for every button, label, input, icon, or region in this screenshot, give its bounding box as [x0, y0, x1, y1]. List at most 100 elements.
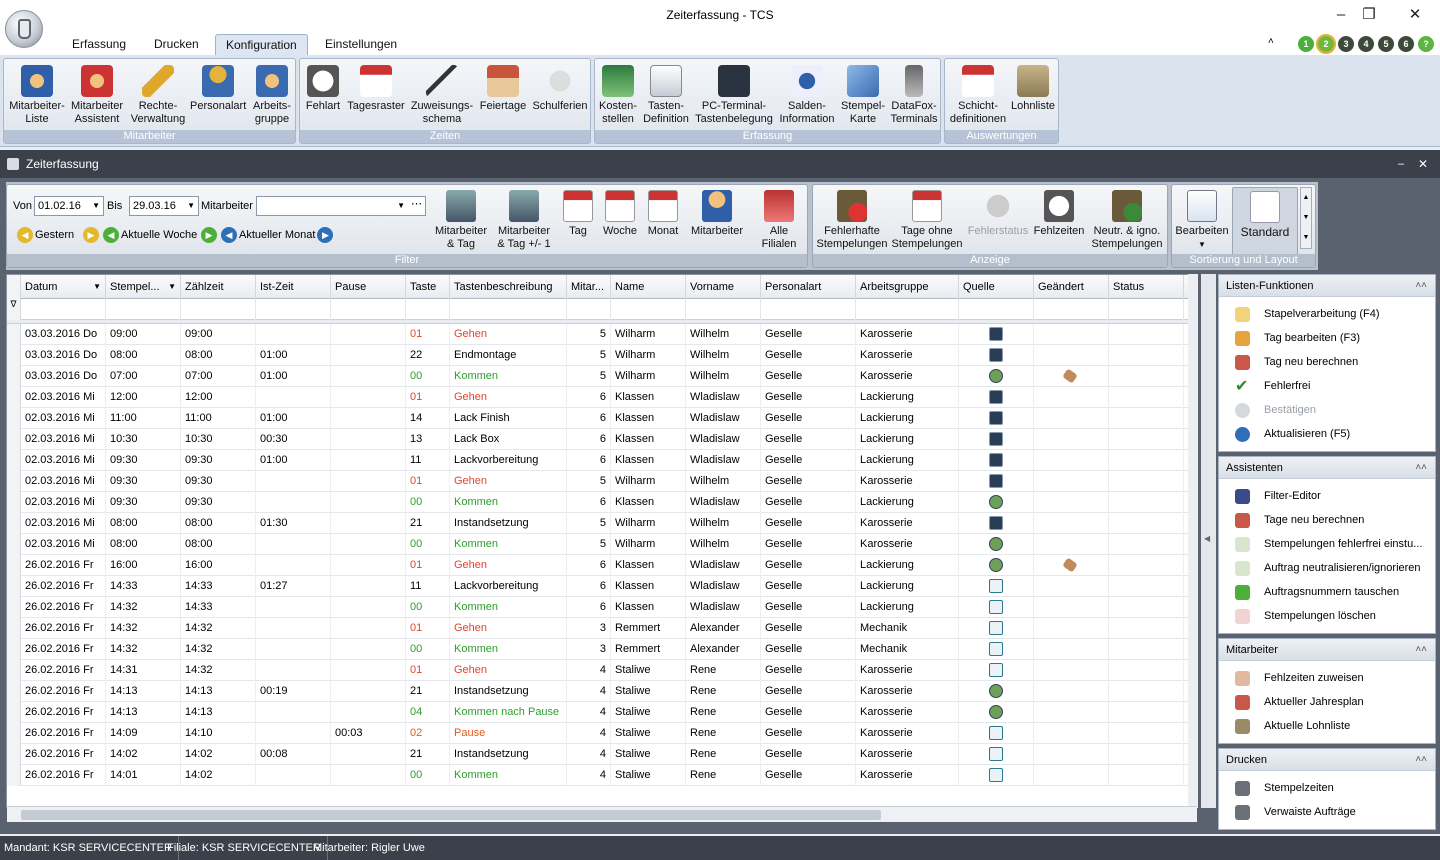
mitarbeiter-tag-button[interactable]: Mitarbeiter & Tag	[431, 187, 491, 257]
zuweisungsschema-button[interactable]: Zuweisungs- schema	[408, 61, 476, 129]
table-row[interactable]: 03.03.2016 Do 09:00 09:00 01 Gehen 5 Wilharm Wi…	[7, 324, 1197, 345]
row-selector[interactable]	[7, 723, 21, 744]
filter-cell[interactable]	[106, 299, 181, 320]
mitarbeiter-header[interactable]: Mitarbeiter ˄˄	[1219, 639, 1435, 661]
auftrag-neutralisieren-item[interactable]: Auftrag neutralisieren/ignorieren	[1219, 556, 1435, 580]
row-selector[interactable]	[7, 408, 21, 429]
column-header-11[interactable]: Arbeitsgruppe	[856, 275, 959, 299]
column-header-3[interactable]: Ist-Zeit	[256, 275, 331, 299]
alle-filialen-button[interactable]: Alle Filialen	[751, 187, 807, 257]
personalart-button[interactable]: Personalart	[190, 61, 246, 129]
column-header-14[interactable]: Status	[1109, 275, 1184, 299]
bestaetigen-item[interactable]: Bestätigen	[1219, 398, 1435, 422]
fehlzeiten-button[interactable]: Fehlzeiten	[1033, 187, 1085, 257]
table-row[interactable]: 26.02.2016 Fr 14:32 14:32 00 Kommen 3 Remmert A…	[7, 639, 1197, 660]
panel-close-button[interactable]: ✕	[1418, 150, 1428, 178]
grid-filter-row[interactable]: ∇	[7, 299, 1197, 320]
collapse-icon[interactable]: ˄˄	[1415, 275, 1427, 297]
stempelzeiten-item[interactable]: Stempelzeiten	[1219, 776, 1435, 800]
filter-cell[interactable]	[21, 299, 106, 320]
table-row[interactable]: 02.03.2016 Mi 10:30 10:30 00:30 13 Lack Box 6 K…	[7, 429, 1197, 450]
column-header-1[interactable]: Stempel... ▼	[106, 275, 181, 299]
neutr-igno-stempelungen-button[interactable]: Neutr. & igno. Stempelungen	[1087, 187, 1167, 257]
collapse-icon[interactable]: ˄˄	[1415, 639, 1427, 661]
filter-cell[interactable]	[686, 299, 761, 320]
aktuelle-woche-button[interactable]: ▶ ◀ Aktuelle Woche	[81, 225, 197, 245]
column-header-2[interactable]: Zählzeit	[181, 275, 256, 299]
fehlerfrei-item[interactable]: ✔ Fehlerfrei	[1219, 374, 1435, 398]
table-row[interactable]: 26.02.2016 Fr 14:13 14:13 04 Kommen nach Pau…	[7, 702, 1197, 723]
collapse-icon[interactable]: ˄˄	[1415, 457, 1427, 479]
feiertage-button[interactable]: Feiertage	[478, 61, 528, 129]
table-row[interactable]: 03.03.2016 Do 08:00 08:00 01:00 22 Endmontage…	[7, 345, 1197, 366]
tab-einstellungen[interactable]: Einstellungen	[315, 34, 407, 56]
horizontal-scrollbar[interactable]	[7, 806, 1197, 822]
column-header-5[interactable]: Taste	[406, 275, 450, 299]
table-row[interactable]: 26.02.2016 Fr 14:01 14:02 00 Kommen 4 Staliwe R…	[7, 765, 1197, 786]
filter-cell[interactable]	[450, 299, 567, 320]
row-selector[interactable]	[7, 429, 21, 450]
badge-2[interactable]: 2	[1316, 34, 1336, 54]
vertical-scrollbar[interactable]	[1188, 274, 1198, 808]
row-selector[interactable]	[7, 681, 21, 702]
stempel-karte-button[interactable]: Stempel- Karte	[838, 61, 888, 129]
table-row[interactable]: 26.02.2016 Fr 16:00 16:00 01 Gehen 6 Klassen Wl…	[7, 555, 1197, 576]
schulferien-button[interactable]: Schulferien	[530, 61, 590, 129]
table-row[interactable]: 26.02.2016 Fr 14:02 14:02 00:08 21 Instandset…	[7, 744, 1197, 765]
arbeitsgruppe-button[interactable]: Arbeits- gruppe	[248, 61, 296, 129]
badge-4[interactable]: 4	[1358, 36, 1374, 52]
collapse-icon[interactable]: ˄˄	[1415, 749, 1427, 771]
filter-cell[interactable]	[406, 299, 450, 320]
mitarbeiter-filter-button[interactable]: Mitarbeiter	[687, 187, 747, 257]
filter-cell[interactable]	[331, 299, 406, 320]
row-selector[interactable]	[7, 576, 21, 597]
filter-dropdown-icon[interactable]: ▼	[93, 275, 101, 299]
mitarbeiter-assistent-button[interactable]: Mitarbeiter Assistent	[68, 61, 126, 129]
column-header-4[interactable]: Pause	[331, 275, 406, 299]
row-selector[interactable]	[7, 618, 21, 639]
fehlzeiten-zuweisen-item[interactable]: Fehlzeiten zuweisen	[1219, 666, 1435, 690]
filter-cell[interactable]	[1034, 299, 1109, 320]
stempelungen-loeschen-item[interactable]: Stempelungen löschen	[1219, 604, 1435, 628]
filter-cell[interactable]	[761, 299, 856, 320]
column-header-7[interactable]: Mitar...	[567, 275, 611, 299]
rechte-verwaltung-button[interactable]: Rechte- Verwaltung	[128, 61, 188, 129]
row-selector[interactable]	[7, 471, 21, 492]
app-menu-button[interactable]	[5, 10, 43, 48]
close-button[interactable]: ✕	[1400, 4, 1430, 26]
collapse-ribbon-icon[interactable]: ˄	[1268, 36, 1274, 47]
woche-button[interactable]: Woche	[601, 187, 639, 257]
aktueller-monat-button[interactable]: ▶ ◀ Aktueller Monat ▶	[199, 225, 335, 245]
filter-editor-item[interactable]: Filter-Editor	[1219, 484, 1435, 508]
kostenstellen-button[interactable]: Kosten- stellen	[596, 61, 640, 129]
tage-ohne-stempelungen-button[interactable]: Tage ohne Stempelungen	[891, 187, 963, 257]
mitarbeiter-tag-pm1-button[interactable]: Mitarbeiter & Tag +/- 1	[493, 187, 555, 257]
row-selector[interactable]	[7, 597, 21, 618]
tag-neu-berechnen-item[interactable]: Tag neu berechnen	[1219, 350, 1435, 374]
table-row[interactable]: 26.02.2016 Fr 14:32 14:32 01 Gehen 3 Remmert Al…	[7, 618, 1197, 639]
table-row[interactable]: 26.02.2016 Fr 14:33 14:33 01:27 11 Lackvorber…	[7, 576, 1197, 597]
monat-button[interactable]: Monat	[645, 187, 681, 257]
table-row[interactable]: 02.03.2016 Mi 09:30 09:30 01:00 11 Lackvorber…	[7, 450, 1197, 471]
row-selector[interactable]	[7, 765, 21, 786]
row-selector[interactable]	[7, 387, 21, 408]
row-selector[interactable]	[7, 555, 21, 576]
filter-cell[interactable]	[567, 299, 611, 320]
row-selector[interactable]	[7, 660, 21, 681]
aktueller-jahresplan-item[interactable]: Aktueller Jahresplan	[1219, 690, 1435, 714]
layout-bearbeiten-button[interactable]: Bearbeiten ▼	[1174, 187, 1230, 257]
auftragsnummern-tauschen-item[interactable]: Auftragsnummern tauschen	[1219, 580, 1435, 604]
table-row[interactable]: 26.02.2016 Fr 14:32 14:33 00 Kommen 6 Klassen W…	[7, 597, 1197, 618]
filter-cell[interactable]	[959, 299, 1034, 320]
row-selector[interactable]	[7, 345, 21, 366]
pc-terminal-button[interactable]: PC-Terminal- Tastenbelegung	[692, 61, 776, 129]
row-selector[interactable]	[7, 513, 21, 534]
tage-neu-berechnen-item[interactable]: Tage neu berechnen	[1219, 508, 1435, 532]
filter-cell[interactable]	[1109, 299, 1184, 320]
row-selector[interactable]	[7, 324, 21, 345]
datafox-terminals-button[interactable]: DataFox- Terminals	[889, 61, 939, 129]
mitarbeiter-liste-button[interactable]: Mitarbeiter- Liste	[6, 61, 68, 129]
layout-gallery-scroll[interactable]: ▲ ▼ ▼	[1300, 187, 1312, 249]
tab-konfiguration[interactable]: Konfiguration	[215, 34, 308, 56]
table-row[interactable]: 26.02.2016 Fr 14:13 14:13 00:19 21 Instandset…	[7, 681, 1197, 702]
